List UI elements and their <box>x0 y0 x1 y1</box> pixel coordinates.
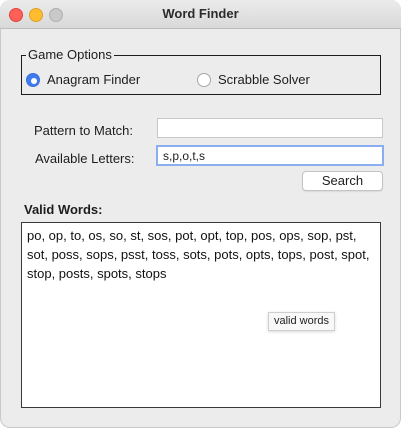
letters-label: Available Letters: <box>35 151 135 166</box>
app-window: Word Finder Game Options Anagram Finder … <box>0 0 401 428</box>
pattern-input[interactable] <box>157 118 383 138</box>
radio-unselected-icon[interactable] <box>197 72 211 87</box>
title-bar[interactable]: Word Finder <box>0 0 401 29</box>
pattern-label: Pattern to Match: <box>34 123 133 138</box>
radio-scrabble-solver-label[interactable]: Scrabble Solver <box>218 72 310 87</box>
valid-words-heading: Valid Words: <box>24 202 103 217</box>
letters-input[interactable] <box>156 145 384 166</box>
radio-selected-icon[interactable] <box>26 72 40 87</box>
radio-scrabble-solver[interactable]: Scrabble Solver <box>197 72 310 87</box>
window-title: Word Finder <box>162 6 239 21</box>
search-button[interactable]: Search <box>302 171 383 191</box>
radio-anagram-finder[interactable]: Anagram Finder <box>26 72 140 87</box>
valid-words-list: po, op, to, os, so, st, sos, pot, opt, t… <box>27 228 370 281</box>
radio-anagram-finder-label[interactable]: Anagram Finder <box>47 72 140 87</box>
game-options-legend: Game Options <box>26 47 114 62</box>
valid-words-tooltip: valid words <box>268 312 336 331</box>
